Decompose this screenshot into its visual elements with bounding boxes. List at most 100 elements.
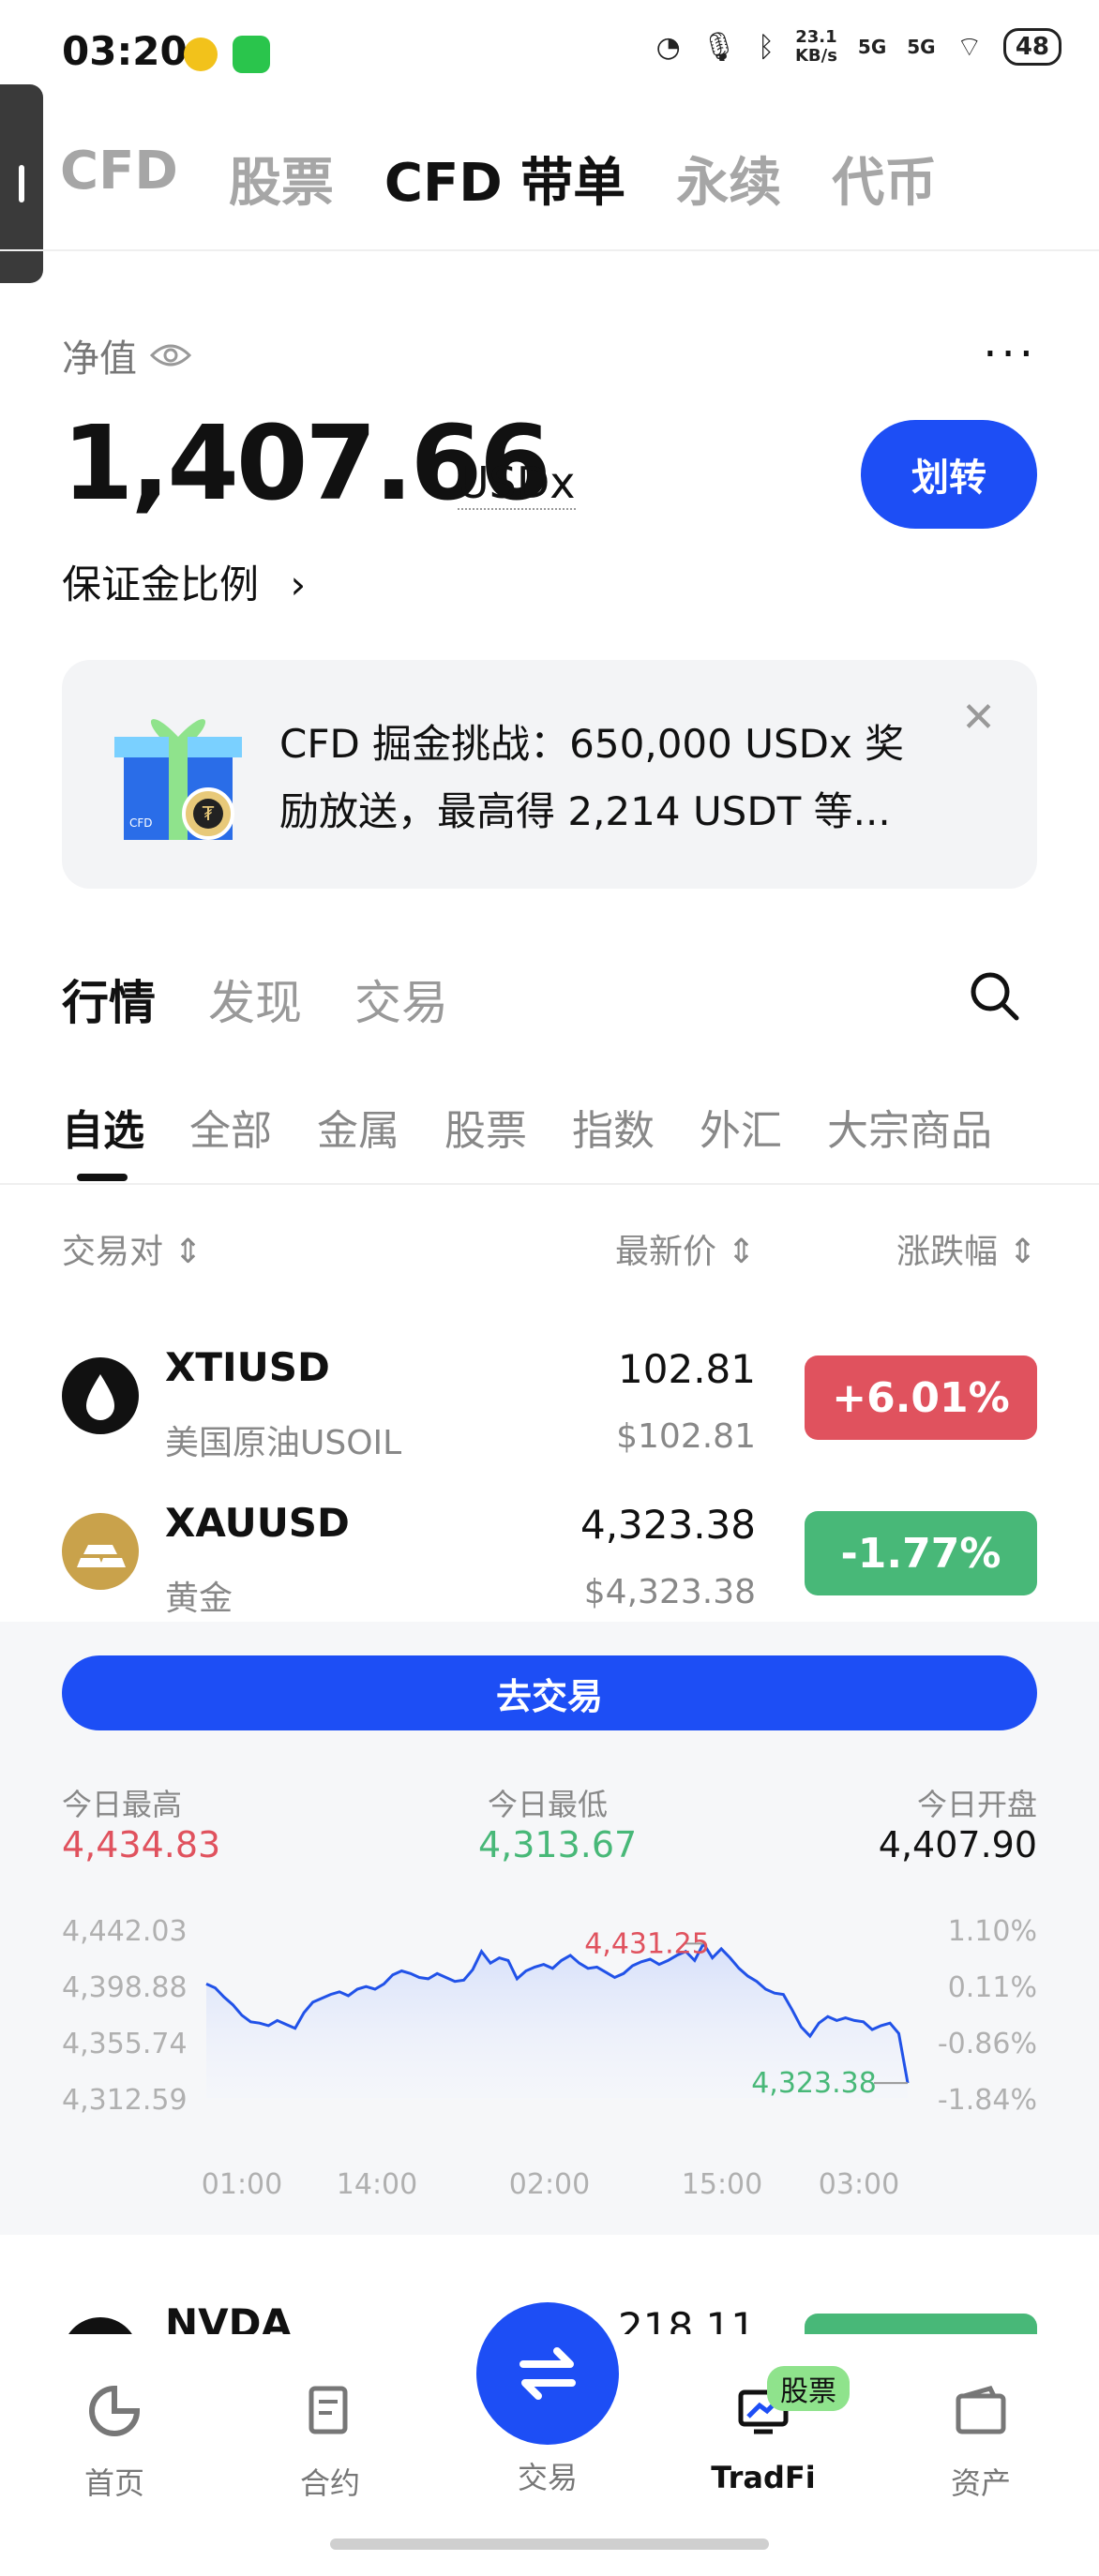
x-tick-label: 03:00	[819, 2168, 899, 2201]
side-drawer-handle[interactable]	[0, 84, 43, 283]
section-tabs: 行情 发现 交易	[62, 966, 448, 1033]
y-right-tick-label: 0.11%	[948, 1971, 1037, 2004]
header-price[interactable]: 最新价 ⇕	[615, 1224, 756, 1273]
tab-discover[interactable]: 发现	[208, 966, 302, 1033]
margin-ratio-label: 保证金比例	[62, 562, 260, 607]
category-favorites[interactable]: 自选	[62, 1097, 144, 1157]
header-pair[interactable]: 交易对 ⇕	[62, 1224, 203, 1273]
y-tick-label: 4,312.59	[62, 2084, 188, 2117]
swap-icon	[519, 2347, 576, 2400]
y-tick-label: 4,442.03	[62, 1915, 188, 1948]
promo-text: CFD 掘金挑战：650,000 USDx 奖 励放送，最高得 2,214 US…	[279, 711, 936, 846]
oil-drop-icon	[62, 1357, 139, 1434]
eye-icon[interactable]	[150, 341, 191, 369]
price-chart[interactable]: 4,442.03 4,398.88 4,355.74 4,312.59 1.10% 0.…	[0, 1894, 1099, 2212]
bluetooth-icon: ᛒ	[757, 30, 775, 64]
transfer-button[interactable]: 划转	[861, 420, 1037, 529]
row-name: 黄金	[165, 1580, 233, 1618]
category-indices[interactable]: 指数	[572, 1097, 655, 1157]
divider	[0, 249, 1099, 251]
promo-line-1: CFD 掘金挑战：650,000 USDx 奖	[279, 721, 905, 767]
y-tick-label: 4,398.88	[62, 1971, 188, 2004]
nav-home[interactable]: 首页	[39, 2383, 189, 2503]
svg-text:CFD: CFD	[129, 816, 153, 830]
y-right-tick-label: -1.84%	[938, 2084, 1037, 2117]
top-tabs: CFD 股票 CFD 带单 永续 代币	[60, 141, 937, 217]
wifi-icon: ⌔	[956, 31, 983, 64]
header-change[interactable]: 涨跌幅 ⇕	[896, 1224, 1037, 1273]
row-symbol: XTIUSD	[165, 1344, 330, 1390]
gold-bar-icon	[62, 1513, 139, 1590]
status-icons: ◔ 🎙 ᛒ 23.1 KB/s 5G 5G ⌔ 48	[656, 28, 1061, 66]
tab-cfd-copy[interactable]: CFD 带单	[384, 141, 625, 217]
nav-assets-label: 资产	[950, 2465, 1011, 2501]
promo-banner[interactable]: ₮ CFD CFD 掘金挑战：650,000 USDx 奖 励放送，最高得 2,…	[62, 660, 1037, 889]
row-price-usd: $102.81	[616, 1417, 756, 1456]
trade-swap-button[interactable]	[476, 2302, 619, 2445]
equity-label-text: 净值	[62, 337, 137, 381]
nav-contract-label: 合约	[299, 2465, 360, 2501]
open-value: 4,407.90	[878, 1824, 1037, 1865]
x-tick-label: 14:00	[337, 2168, 417, 2201]
category-stocks[interactable]: 股票	[444, 1097, 527, 1157]
tab-trade[interactable]: 交易	[354, 966, 448, 1033]
nav-home-label: 首页	[83, 2465, 144, 2501]
low-label: 今日最低	[488, 1787, 609, 1822]
margin-ratio-link[interactable]: 保证金比例 ›	[62, 553, 306, 610]
more-icon[interactable]: ···	[983, 328, 1037, 381]
y-tick-label: 4,355.74	[62, 2028, 188, 2060]
low-value: 4,313.67	[478, 1824, 638, 1865]
sort-icon: ⇕	[173, 1233, 203, 1271]
nav-trade-label: 交易	[517, 2460, 578, 2495]
nav-assets[interactable]: 资产	[906, 2383, 1056, 2503]
category-tabs: 自选 全部 金属 股票 指数 外汇 大宗商品	[62, 1097, 992, 1157]
tradfi-badge: 股票	[767, 2366, 850, 2411]
high-label: 今日最高	[62, 1787, 183, 1822]
row-price: 4,323.38	[580, 1502, 756, 1548]
nav-tradfi-label: TradFi	[711, 2460, 816, 2495]
chevron-right-icon: ›	[290, 562, 307, 607]
x-tick-label: 15:00	[682, 2168, 762, 2201]
tab-market[interactable]: 行情	[62, 966, 156, 1033]
wallet-icon	[956, 2386, 1006, 2434]
x-tick-label: 02:00	[509, 2168, 590, 2201]
nav-trade-label-wrap[interactable]: 交易	[473, 2454, 623, 2497]
y-right-tick-label: 1.10%	[948, 1915, 1037, 1948]
tab-perpetual[interactable]: 永续	[676, 141, 781, 217]
signal-2-icon: 5G	[907, 36, 936, 58]
row-name: 美国原油USOIL	[165, 1424, 402, 1462]
home-indicator[interactable]	[330, 2539, 769, 2550]
wechat-icon	[233, 36, 270, 73]
row-symbol: XAUUSD	[165, 1500, 350, 1546]
nav-contract[interactable]: 合约	[255, 2383, 405, 2503]
net-speed: 23.1 KB/s	[794, 27, 837, 66]
high-value: 4,434.83	[62, 1824, 221, 1865]
close-icon[interactable]: ✕	[961, 694, 996, 741]
contract-icon	[309, 2386, 348, 2434]
home-icon	[89, 2385, 141, 2436]
category-all[interactable]: 全部	[189, 1097, 272, 1157]
change-badge[interactable]: -1.77%	[805, 1511, 1037, 1595]
app-notification-icon	[184, 37, 218, 71]
table-row[interactable]: XAUUSD 黄金 4,323.38 $4,323.38 -1.77%	[0, 1485, 1099, 1622]
tab-tokens[interactable]: 代币	[832, 141, 937, 217]
search-icon[interactable]	[966, 967, 1022, 1024]
promo-line-2: 励放送，最高得 2,214 USDT 等...	[279, 788, 891, 834]
tab-stocks[interactable]: 股票	[229, 141, 334, 217]
table-row[interactable]: XTIUSD 美国原油USOIL 102.81 $102.81 +6.01%	[0, 1327, 1099, 1477]
sort-icon: ⇕	[727, 1233, 756, 1271]
battery-icon: 48	[1002, 28, 1061, 66]
category-commodities[interactable]: 大宗商品	[827, 1097, 992, 1157]
category-forex[interactable]: 外汇	[700, 1097, 782, 1157]
signal-1-icon: 5G	[857, 36, 887, 58]
change-badge[interactable]: +6.01%	[805, 1355, 1037, 1440]
y-right-tick-label: -0.86%	[938, 2028, 1037, 2060]
tab-cfd[interactable]: CFD	[60, 141, 178, 217]
equity-label: 净值	[62, 328, 191, 382]
speedometer-icon: ◔	[655, 30, 681, 64]
svg-text:₮: ₮	[203, 802, 215, 825]
category-metals[interactable]: 金属	[317, 1097, 399, 1157]
go-trade-button[interactable]: 去交易	[62, 1655, 1037, 1730]
divider	[0, 1183, 1099, 1185]
equity-unit[interactable]: USDx	[458, 457, 576, 510]
